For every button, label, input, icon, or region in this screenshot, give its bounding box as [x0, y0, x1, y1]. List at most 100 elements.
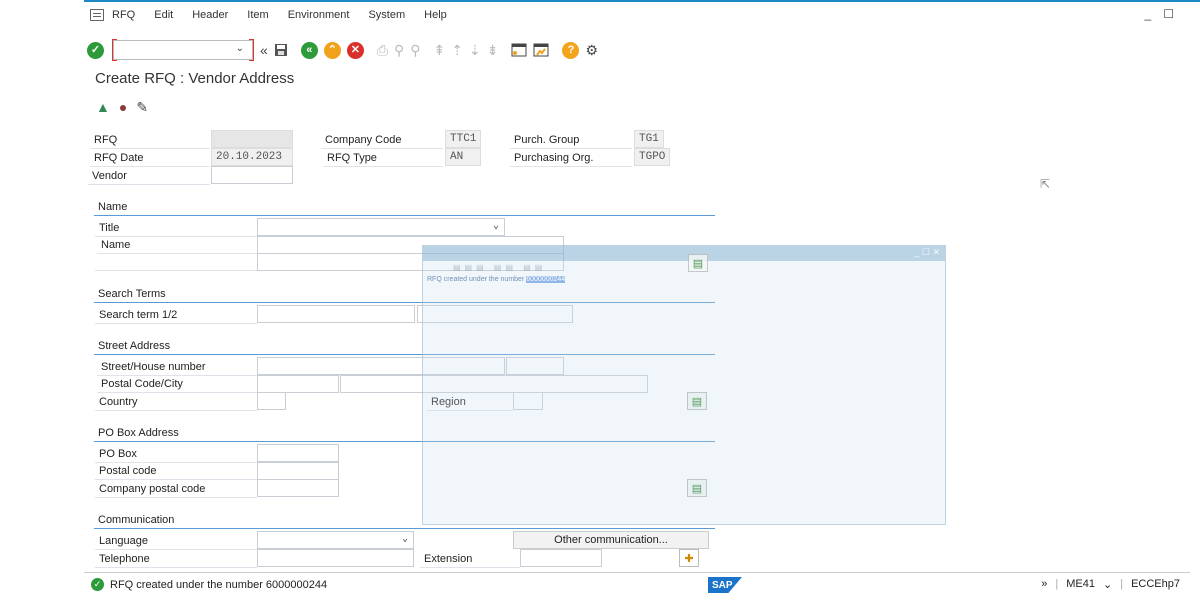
postal-city-label: Postal Code/City — [97, 375, 257, 393]
menu-environment[interactable]: Environment — [288, 9, 350, 21]
status-bar: ✓ RFQ created under the number 600000024… — [84, 572, 1190, 596]
top-accent-line — [84, 0, 1200, 2]
popup-titlebar: _ ☐ ✕ — [423, 246, 945, 261]
popup-message-number[interactable]: 6000000244 — [526, 276, 566, 283]
next-page-icon[interactable]: ⇣ — [469, 42, 481, 59]
save-icon[interactable] — [274, 43, 288, 57]
double-chevron-left-icon[interactable]: « — [260, 42, 268, 58]
expand-status-icon[interactable]: » — [1041, 578, 1047, 591]
rfq-date-field[interactable]: 20.10.2023 — [211, 148, 293, 166]
rfq-number-field[interactable] — [211, 130, 293, 148]
exit-icon[interactable]: ⌃ — [323, 41, 341, 59]
purch-group-label: Purch. Group — [510, 131, 632, 149]
customize-layout-icon[interactable]: ⚙ — [585, 42, 598, 59]
menu-system[interactable]: System — [368, 9, 405, 21]
menu-bar: RFQ Edit Header Item Environment System … — [84, 3, 1184, 27]
po-box-field[interactable] — [257, 444, 339, 462]
menu-edit[interactable]: Edit — [154, 9, 173, 21]
cancel-icon[interactable]: ✕ — [346, 41, 364, 59]
find-icon[interactable]: ⚲ — [394, 42, 404, 59]
previous-page-icon[interactable]: ⇡ — [451, 42, 463, 59]
mouse-cursor-icon: ⇱ — [1040, 177, 1051, 191]
last-page-icon[interactable]: ⇟ — [487, 42, 499, 59]
telephone-field[interactable] — [257, 549, 414, 567]
po-postal-code-label: Postal code — [95, 462, 257, 480]
purchasing-org-field[interactable]: TGPO — [634, 148, 670, 166]
restore-icon[interactable]: ☐ — [1163, 7, 1174, 21]
language-label: Language — [95, 532, 257, 550]
search-term-label: Search term 1/2 — [95, 306, 257, 324]
menu-item[interactable]: Item — [247, 9, 268, 21]
message-popup: _ ☐ ✕ ▤▤▤ ▤▤ ▤▤ RFQ created under the nu… — [422, 245, 946, 525]
po-box-label: PO Box — [95, 445, 257, 463]
purch-group-field[interactable]: TG1 — [634, 130, 664, 148]
vendor-label: Vendor — [88, 167, 210, 185]
purchasing-org-label: Purchasing Org. — [510, 149, 632, 167]
menu-help[interactable]: Help — [424, 9, 447, 21]
chevron-down-icon[interactable]: ⌄ — [1103, 578, 1112, 591]
system-menu-icon[interactable] — [90, 9, 104, 21]
window-controls: _ ☐ — [1145, 7, 1174, 21]
find-next-icon[interactable]: ⚲ — [410, 42, 420, 59]
popup-message-prefix: RFQ created under the number — [427, 276, 525, 283]
chevron-down-icon[interactable]: ⌄ — [493, 220, 499, 232]
country-label: Country — [95, 393, 257, 411]
rfq-type-field[interactable]: AN — [445, 148, 481, 166]
create-shortcut-icon[interactable] — [533, 43, 549, 57]
enter-icon[interactable]: ✓ — [87, 41, 104, 59]
hat-icon[interactable]: ● — [119, 99, 127, 116]
title-label: Title — [95, 219, 257, 237]
command-field-bracket-left — [112, 39, 117, 61]
postal-code-field[interactable] — [257, 375, 339, 393]
title-dropdown[interactable]: ⌄ — [257, 218, 505, 236]
page-title: Create RFQ : Vendor Address — [95, 70, 295, 87]
menu-rfq[interactable]: RFQ — [112, 9, 135, 21]
new-session-icon[interactable] — [511, 43, 527, 57]
menu-header[interactable]: Header — [192, 9, 228, 21]
company-postal-code-label: Company postal code — [95, 480, 257, 498]
status-separator: | — [1120, 578, 1124, 590]
vendor-field[interactable] — [211, 166, 293, 184]
print-icon[interactable]: ⎙ — [377, 42, 388, 59]
country-field[interactable] — [257, 392, 286, 410]
vendor-picture-icon[interactable]: ▲ — [96, 99, 110, 116]
command-field-bracket-right — [249, 39, 254, 61]
popup-message: RFQ created under the number 6000000244 — [427, 276, 566, 283]
telephone-label: Telephone — [95, 550, 257, 568]
status-separator: | — [1055, 578, 1059, 590]
command-field[interactable]: ⌄ — [112, 39, 254, 61]
chevron-down-icon[interactable]: ⌄ — [236, 43, 244, 54]
name-row-2-spacer — [95, 253, 257, 271]
back-icon[interactable]: « — [300, 41, 318, 59]
minimize-icon[interactable]: _ — [1145, 7, 1152, 21]
command-input[interactable] — [114, 41, 238, 59]
company-code-label: Company Code — [321, 131, 443, 149]
status-message[interactable]: RFQ created under the number 6000000244 — [110, 579, 327, 591]
add-phone-icon[interactable]: ✚ — [679, 549, 699, 567]
extension-field[interactable] — [520, 549, 602, 567]
popup-toolbar-icons: ▤▤▤ ▤▤ ▤▤ — [453, 263, 547, 272]
rfq-label: RFQ — [90, 131, 210, 149]
language-dropdown[interactable]: ⌄ — [257, 531, 414, 549]
other-communication-button[interactable]: Other communication... — [513, 531, 709, 549]
standard-toolbar: ✓ ⌄ « « ⌃ ✕ ⎙ ⚲ ⚲ ⇞ ⇡ ⇣ ⇟ ? ⚙ — [84, 36, 1184, 64]
name-label: Name — [97, 236, 257, 254]
popup-window-controls[interactable]: _ ☐ ✕ — [914, 247, 940, 258]
section-name-title: Name — [94, 201, 715, 216]
rfq-date-label: RFQ Date — [90, 149, 210, 167]
chevron-down-icon[interactable]: ⌄ — [402, 533, 408, 545]
popup-details-icon[interactable]: ▤ — [688, 254, 708, 272]
search-term-1-field[interactable] — [257, 305, 415, 323]
po-postal-code-field[interactable] — [257, 462, 339, 480]
company-code-field[interactable]: TTC1 — [445, 130, 481, 148]
help-icon[interactable]: ? — [562, 41, 580, 59]
rfq-type-label: RFQ Type — [323, 149, 443, 167]
company-postal-code-field[interactable] — [257, 479, 339, 497]
application-toolbar: ▲ ● ✎ — [96, 99, 148, 116]
sap-logo: SAP — [708, 577, 742, 593]
system-id: ECCEhp7 — [1131, 578, 1180, 590]
edit-document-icon[interactable]: ✎ — [136, 99, 148, 116]
transaction-code[interactable]: ME41 — [1066, 578, 1095, 591]
first-page-icon[interactable]: ⇞ — [434, 42, 446, 59]
extension-label: Extension — [420, 550, 520, 568]
